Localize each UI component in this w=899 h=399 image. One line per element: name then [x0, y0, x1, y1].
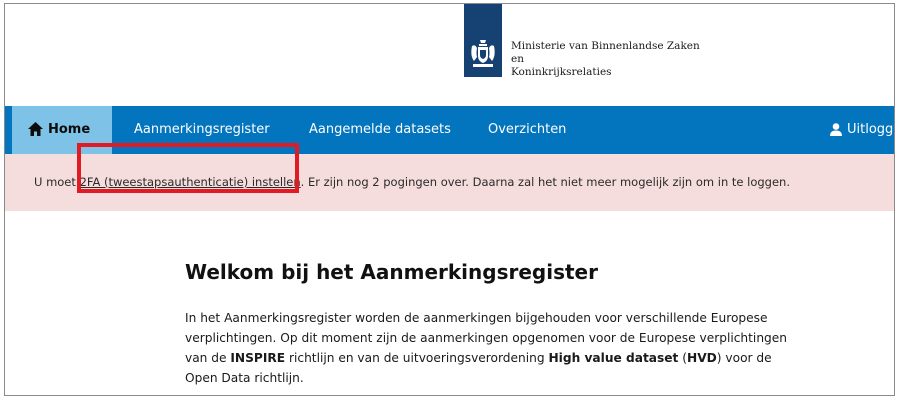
alert-prefix: U moet	[34, 175, 80, 189]
ministry-name: Ministerie van Binnenlandse Zaken en Kon…	[511, 40, 711, 79]
page-title: Welkom bij het Aanmerkingsregister	[185, 260, 598, 284]
nav-aanmerkingsregister[interactable]: Aanmerkingsregister	[134, 106, 270, 154]
hvd-term: HVD	[687, 351, 717, 365]
alert-message: U moet 2FA (tweestapsauthenticatie) inst…	[34, 154, 790, 211]
main-content: Welkom bij het Aanmerkingsregister In he…	[185, 252, 805, 388]
intro-paragraph: In het Aanmerkingsregister worden de aan…	[185, 308, 805, 388]
nav-aangemelde-datasets[interactable]: Aangemelde datasets	[309, 106, 451, 154]
ministry-name-line-2: Koninkrijksrelaties	[511, 66, 612, 78]
nav-overzichten[interactable]: Overzichten	[488, 106, 566, 154]
browser-viewport: Ministerie van Binnenlandse Zaken en Kon…	[4, 3, 895, 396]
intro-text-2: richtlijn en van de uitvoeringsverordeni…	[285, 351, 549, 365]
inspire-term: INSPIRE	[230, 351, 286, 365]
logo-ribbon	[464, 4, 502, 77]
ministry-name-line-1: Ministerie van Binnenlandse Zaken en	[511, 40, 700, 65]
nav-home-label: Home	[48, 122, 91, 137]
coat-of-arms-icon	[471, 40, 495, 67]
alert-2fa-warning: U moet 2FA (tweestapsauthenticatie) inst…	[5, 154, 894, 211]
site-header: Ministerie van Binnenlandse Zaken en Kon…	[5, 4, 894, 106]
home-icon	[28, 122, 43, 136]
nav-logout-label: Uitlogg	[847, 122, 894, 137]
user-icon	[830, 123, 842, 136]
alert-suffix: . Er zijn nog 2 pogingen over. Daarna za…	[300, 175, 790, 189]
main-navigation: Home Aanmerkingsregister Aangemelde data…	[5, 106, 894, 154]
nav-home[interactable]: Home	[12, 106, 112, 154]
intro-text-3: (	[678, 351, 688, 365]
setup-2fa-link[interactable]: 2FA (tweestapsauthenticatie) instellen	[80, 175, 301, 189]
hvd-long-term: High value dataset	[548, 351, 679, 365]
